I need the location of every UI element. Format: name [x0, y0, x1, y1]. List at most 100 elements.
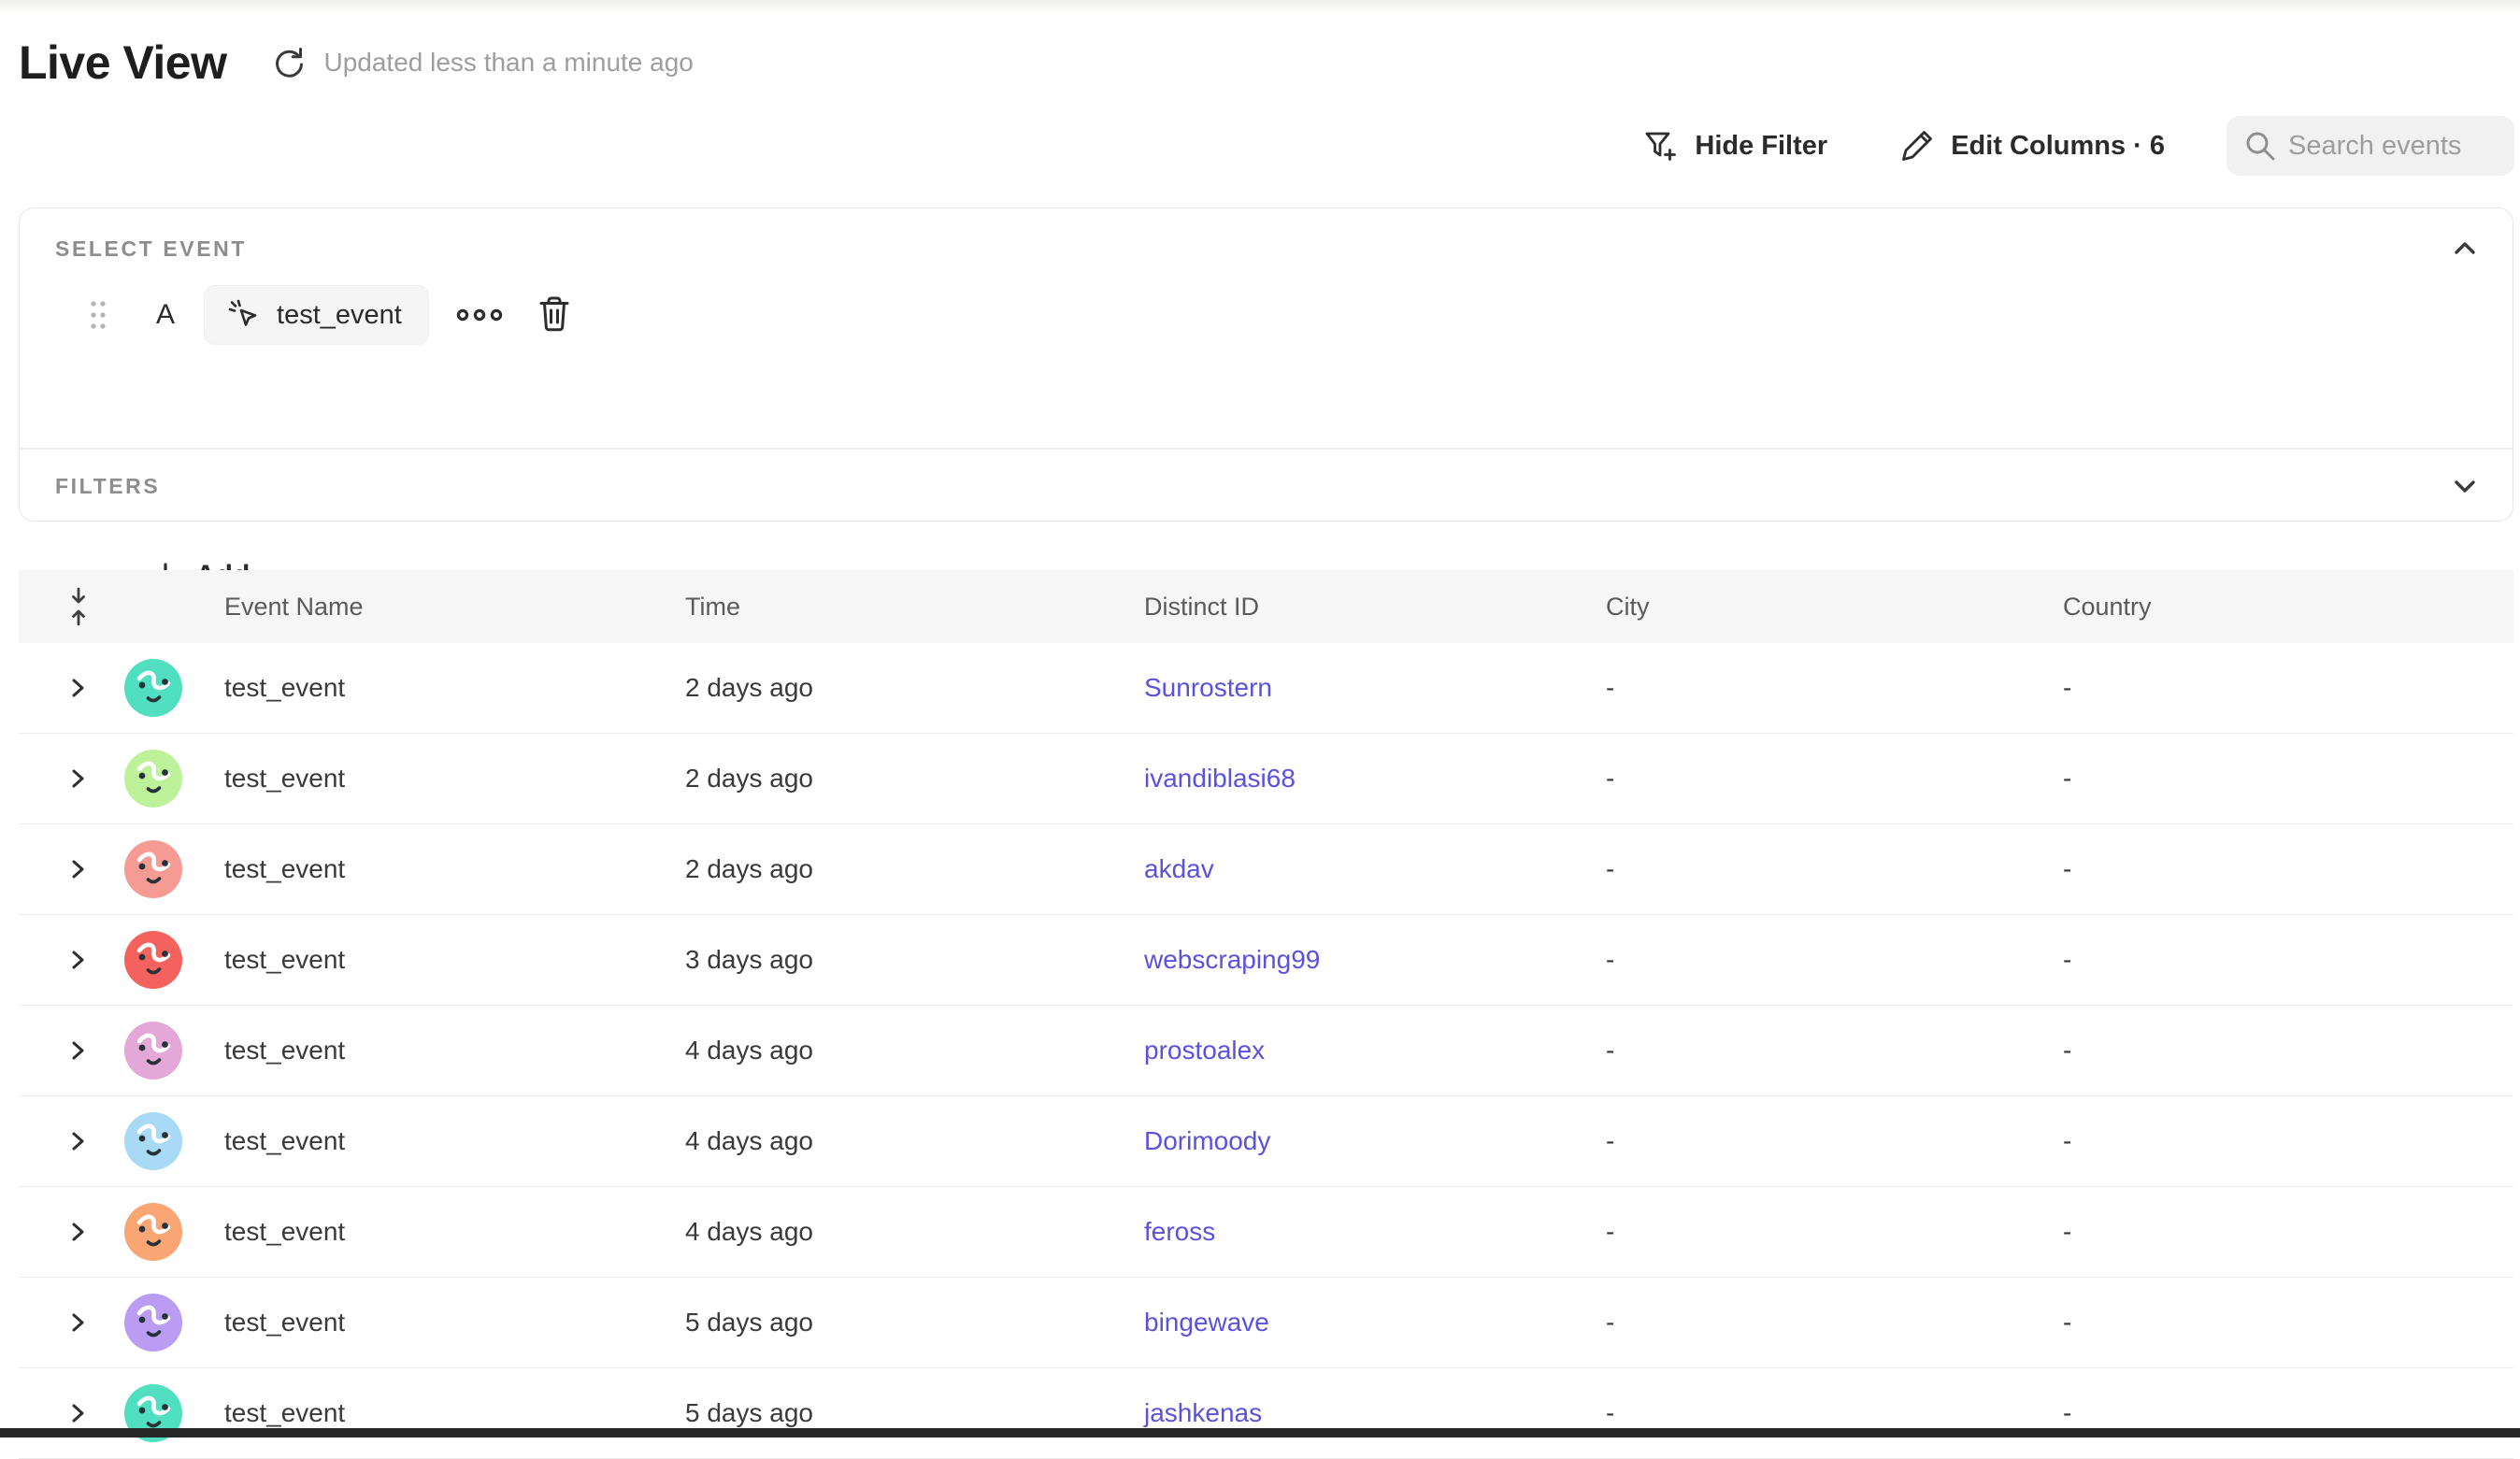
distinct-id-link[interactable]: webscraping99: [1144, 945, 1320, 974]
hide-filter-button[interactable]: Hide Filter: [1640, 126, 1827, 165]
chevron-right-icon: [65, 1220, 90, 1244]
cell-event-name: test_event: [224, 1398, 685, 1428]
collapse-rows-icon: [65, 585, 92, 628]
cell-country: -: [2063, 1036, 2513, 1066]
cell-time: 4 days ago: [685, 1126, 1144, 1156]
cell-time: 2 days ago: [685, 673, 1144, 703]
toolbar: Hide Filter Edit Columns · 6: [1640, 116, 2514, 176]
chevron-right-icon: [65, 766, 90, 791]
cell-city: -: [1606, 945, 2063, 975]
table-row[interactable]: test_event 4 days ago prostoalex - -: [19, 1006, 2513, 1096]
cell-time: 2 days ago: [685, 764, 1144, 794]
cell-country: -: [2063, 673, 2513, 703]
table-header: Event Name Time Distinct ID City Country: [19, 570, 2513, 643]
cell-country: -: [2063, 1398, 2513, 1428]
row-expand-button[interactable]: [65, 766, 90, 791]
collapse-select-event-button[interactable]: [2449, 235, 2481, 263]
chevron-right-icon: [65, 1129, 90, 1153]
hide-filter-label: Hide Filter: [1695, 131, 1827, 162]
cell-country: -: [2063, 945, 2513, 975]
event-delete-button[interactable]: [537, 295, 572, 335]
cell-city: -: [1606, 764, 2063, 794]
cell-event-name: test_event: [224, 1308, 685, 1337]
cell-city: -: [1606, 1398, 2063, 1428]
cell-country: -: [2063, 854, 2513, 884]
table-row[interactable]: test_event 5 days ago bingewave - -: [19, 1278, 2513, 1368]
row-expand-button[interactable]: [65, 1129, 90, 1153]
column-header-city: City: [1606, 593, 2063, 622]
cell-event-name: test_event: [224, 854, 685, 884]
event-step-row: A test_event: [74, 285, 572, 345]
row-expand-button[interactable]: [65, 1310, 90, 1335]
events-table: Event Name Time Distinct ID City Country: [19, 570, 2513, 1459]
refresh-button[interactable]: [269, 42, 310, 83]
distinct-id-link[interactable]: jashkenas: [1144, 1398, 1262, 1427]
chevron-right-icon: [65, 676, 90, 700]
table-row[interactable]: test_event 2 days ago akdav - -: [19, 824, 2513, 915]
distinct-id-link[interactable]: ivandiblasi68: [1144, 764, 1296, 793]
chevron-right-icon: [65, 1038, 90, 1063]
event-more-options-button[interactable]: [454, 306, 505, 324]
pencil-icon: [1898, 127, 1936, 164]
cell-city: -: [1606, 673, 2063, 703]
row-expand-button[interactable]: [65, 676, 90, 700]
table-row[interactable]: test_event 2 days ago ivandiblasi68 - -: [19, 734, 2513, 824]
table-row[interactable]: test_event 3 days ago webscraping99 - -: [19, 915, 2513, 1006]
user-avatar: [124, 840, 182, 898]
drag-handle[interactable]: [87, 294, 109, 336]
table-row[interactable]: test_event 4 days ago Dorimoody - -: [19, 1096, 2513, 1187]
cell-country: -: [2063, 1217, 2513, 1247]
table-row[interactable]: test_event 4 days ago feross - -: [19, 1187, 2513, 1278]
row-expand-button[interactable]: [65, 948, 90, 972]
kebab-menu-icon: [454, 306, 505, 324]
edit-columns-button[interactable]: Edit Columns · 6: [1898, 127, 2165, 164]
event-select-chip[interactable]: test_event: [204, 285, 429, 345]
cell-time: 3 days ago: [685, 945, 1144, 975]
cell-time: 5 days ago: [685, 1398, 1144, 1428]
distinct-id-link[interactable]: akdav: [1144, 854, 1214, 883]
cell-event-name: test_event: [224, 764, 685, 794]
row-expand-button[interactable]: [65, 1038, 90, 1063]
collapse-all-rows-button[interactable]: [65, 585, 92, 628]
search-icon: [2243, 129, 2279, 164]
query-builder-panel: SELECT EVENT A: [19, 207, 2513, 522]
cell-time: 2 days ago: [685, 854, 1144, 884]
distinct-id-link[interactable]: feross: [1144, 1217, 1215, 1246]
filter-plus-icon: [1640, 126, 1680, 165]
distinct-id-link[interactable]: Dorimoody: [1144, 1126, 1270, 1155]
cell-country: -: [2063, 764, 2513, 794]
cell-event-name: test_event: [224, 1126, 685, 1156]
cell-time: 4 days ago: [685, 1036, 1144, 1066]
user-avatar: [124, 1112, 182, 1170]
selected-event-name: test_event: [277, 300, 402, 331]
distinct-id-link[interactable]: bingewave: [1144, 1308, 1269, 1337]
page-header: Live View Updated less than a minute ago: [19, 36, 694, 90]
distinct-id-link[interactable]: Sunrostern: [1144, 673, 1272, 702]
chevron-right-icon: [65, 1401, 90, 1425]
column-header-country: Country: [2063, 593, 2513, 622]
distinct-id-link[interactable]: prostoalex: [1144, 1036, 1265, 1065]
column-header-event-name: Event Name: [224, 593, 685, 622]
cell-city: -: [1606, 1036, 2063, 1066]
cursor-click-icon: [225, 296, 263, 334]
table-row[interactable]: test_event 5 days ago jashkenas - -: [19, 1368, 2513, 1459]
user-avatar: [124, 931, 182, 989]
row-expand-button[interactable]: [65, 1220, 90, 1244]
user-avatar: [124, 1203, 182, 1261]
row-expand-button[interactable]: [65, 857, 90, 881]
column-header-time: Time: [685, 593, 1144, 622]
cell-city: -: [1606, 1308, 2063, 1337]
user-avatar: [124, 659, 182, 717]
event-step-letter: A: [156, 299, 175, 331]
chevron-down-icon: [2449, 472, 2481, 500]
table-row[interactable]: test_event 2 days ago Sunrostern - -: [19, 643, 2513, 734]
chevron-right-icon: [65, 948, 90, 972]
user-avatar: [124, 750, 182, 808]
cell-event-name: test_event: [224, 945, 685, 975]
user-avatar: [124, 1294, 182, 1352]
expand-filters-button[interactable]: [2449, 472, 2481, 500]
cell-time: 5 days ago: [685, 1308, 1144, 1337]
row-expand-button[interactable]: [65, 1401, 90, 1425]
table-body: test_event 2 days ago Sunrostern - -: [19, 643, 2513, 1459]
chevron-up-icon: [2449, 235, 2481, 263]
